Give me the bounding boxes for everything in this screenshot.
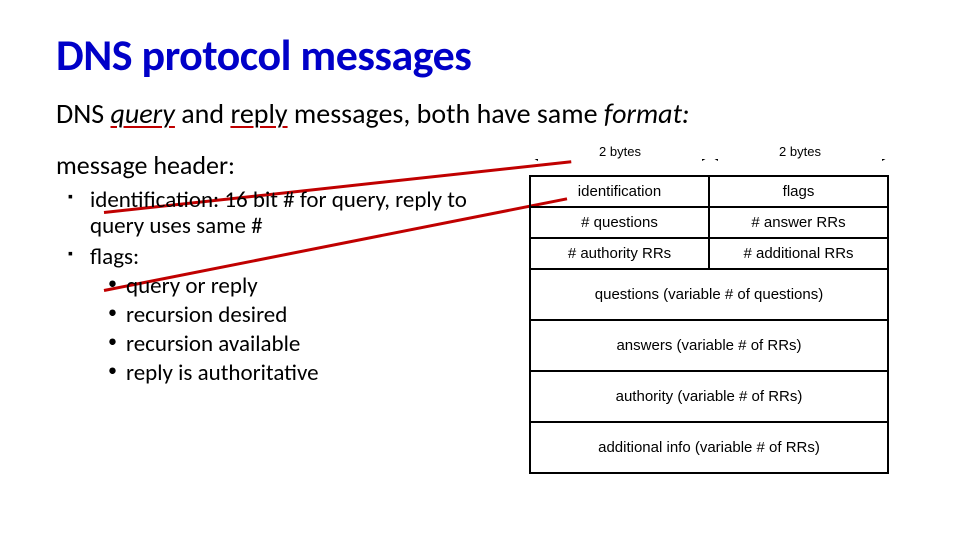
packet-row-1: identification flags (531, 177, 887, 208)
slide-subtitle: DNS query and reply messages, both have … (56, 96, 904, 131)
packet-row-authority: authority (variable # of RRs) (531, 372, 887, 423)
cell-answers: answers (variable # of RRs) (531, 321, 887, 370)
packet-row-2: # questions # answer RRs (531, 208, 887, 239)
subtitle-reply: reply (230, 96, 287, 131)
packet-row-additional: additional info (variable # of RRs) (531, 423, 887, 474)
byte-label-text: 2 bytes (773, 144, 827, 159)
subtitle-pre: DNS (56, 96, 111, 131)
right-column: 2 bytes 2 bytes identification flags # q… (486, 149, 904, 474)
subtitle-format: format: (604, 96, 690, 131)
message-header-label: message header: (56, 149, 476, 181)
byte-width-labels: 2 bytes 2 bytes (529, 149, 889, 171)
cell-questions: questions (variable # of questions) (531, 270, 887, 319)
byte-label-left: 2 bytes (531, 144, 709, 159)
sub-bullet-recursion-desired: recursion desired (112, 301, 476, 330)
sub-bullet-recursion-available: recursion available (112, 330, 476, 359)
subtitle-mid2: messages, both have same (288, 96, 604, 131)
cell-num-additional-rrs: # additional RRs (710, 239, 887, 268)
sub-bullet-query-reply: query or reply (112, 272, 476, 301)
content-row: message header: identification: 16 bit #… (56, 149, 904, 474)
cell-num-authority-rrs: # authority RRs (531, 239, 710, 268)
packet-row-3: # authority RRs # additional RRs (531, 239, 887, 270)
left-column: message header: identification: 16 bit #… (56, 149, 486, 474)
cell-identification: identification (531, 177, 710, 206)
subtitle-mid1: and (175, 96, 231, 131)
sub-bullet-authoritative: reply is authoritative (112, 359, 476, 388)
bullet-identification: identification: 16 bit # for query, repl… (74, 187, 476, 240)
cell-num-questions: # questions (531, 208, 710, 237)
slide: DNS protocol messages DNS query and repl… (0, 0, 960, 540)
cell-additional: additional info (variable # of RRs) (531, 423, 887, 472)
packet-row-questions: questions (variable # of questions) (531, 270, 887, 321)
byte-label-text: 2 bytes (593, 144, 647, 159)
bullet-flags: flags: query or reply recursion desired … (74, 244, 476, 387)
packet-row-answers: answers (variable # of RRs) (531, 321, 887, 372)
cell-flags: flags (710, 177, 887, 206)
slide-title: DNS protocol messages (56, 28, 904, 82)
cell-num-answer-rrs: # answer RRs (710, 208, 887, 237)
packet-diagram: identification flags # questions # answe… (529, 175, 889, 474)
sub-bullet-list: query or reply recursion desired recursi… (90, 272, 476, 387)
bullet-flags-label: flags: (90, 243, 139, 271)
bullet-list: identification: 16 bit # for query, repl… (56, 187, 476, 387)
cell-authority: authority (variable # of RRs) (531, 372, 887, 421)
subtitle-query: query (111, 96, 175, 131)
byte-label-right: 2 bytes (711, 144, 889, 159)
